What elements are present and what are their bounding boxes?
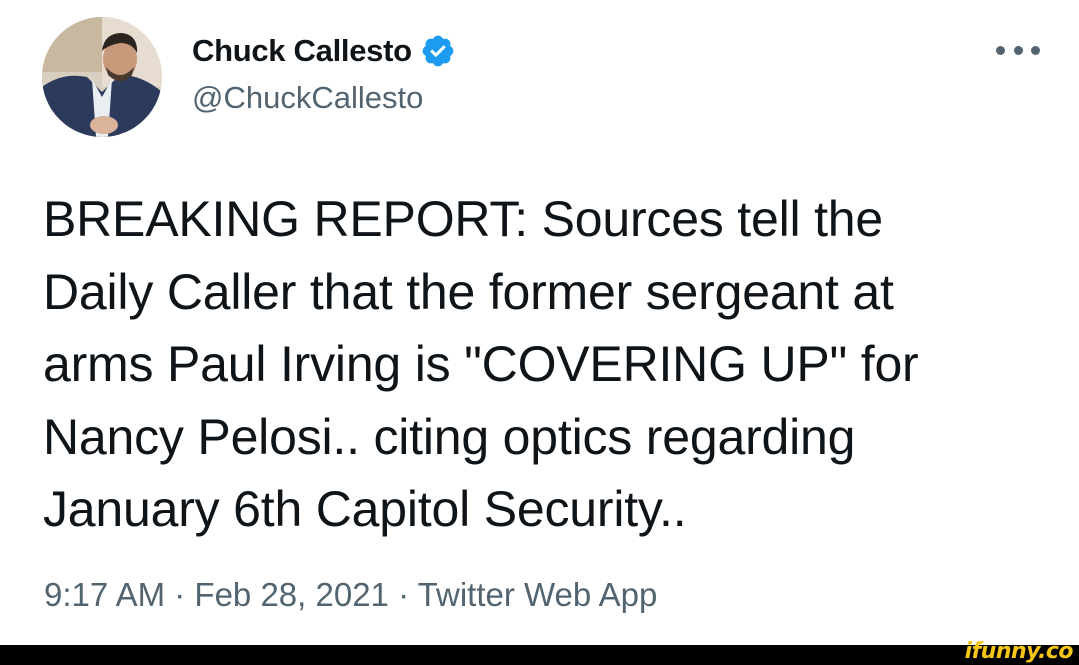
meta-separator: ·: [174, 576, 195, 613]
tweet-time[interactable]: 9:17 AM: [44, 576, 165, 613]
tweet-meta: 9:17 AM · Feb 28, 2021 · Twitter Web App: [44, 576, 657, 614]
display-name[interactable]: Chuck Callesto: [192, 33, 412, 69]
meta-separator: ·: [398, 576, 418, 613]
more-dot: [996, 45, 1005, 55]
handle[interactable]: @ChuckCallesto: [192, 80, 423, 116]
tweet-date[interactable]: Feb 28, 2021: [194, 576, 389, 613]
more-options-icon[interactable]: [996, 38, 1040, 62]
tweet-source[interactable]: Twitter Web App: [418, 576, 658, 613]
footer-bar: ifunny.co: [0, 641, 1079, 665]
tweet-text: BREAKING REPORT: Sources tell the Daily …: [43, 191, 919, 537]
watermark-logo: ifunny.co: [964, 639, 1074, 664]
author-row: Chuck Callesto: [192, 31, 456, 71]
verified-badge-icon: [420, 33, 456, 69]
tweet-card: Chuck Callesto @ChuckCallesto BREAKING R…: [0, 0, 1079, 645]
avatar[interactable]: [42, 17, 162, 137]
more-dot: [1031, 45, 1040, 55]
avatar-photo: [42, 17, 162, 137]
more-dot: [1013, 45, 1023, 55]
